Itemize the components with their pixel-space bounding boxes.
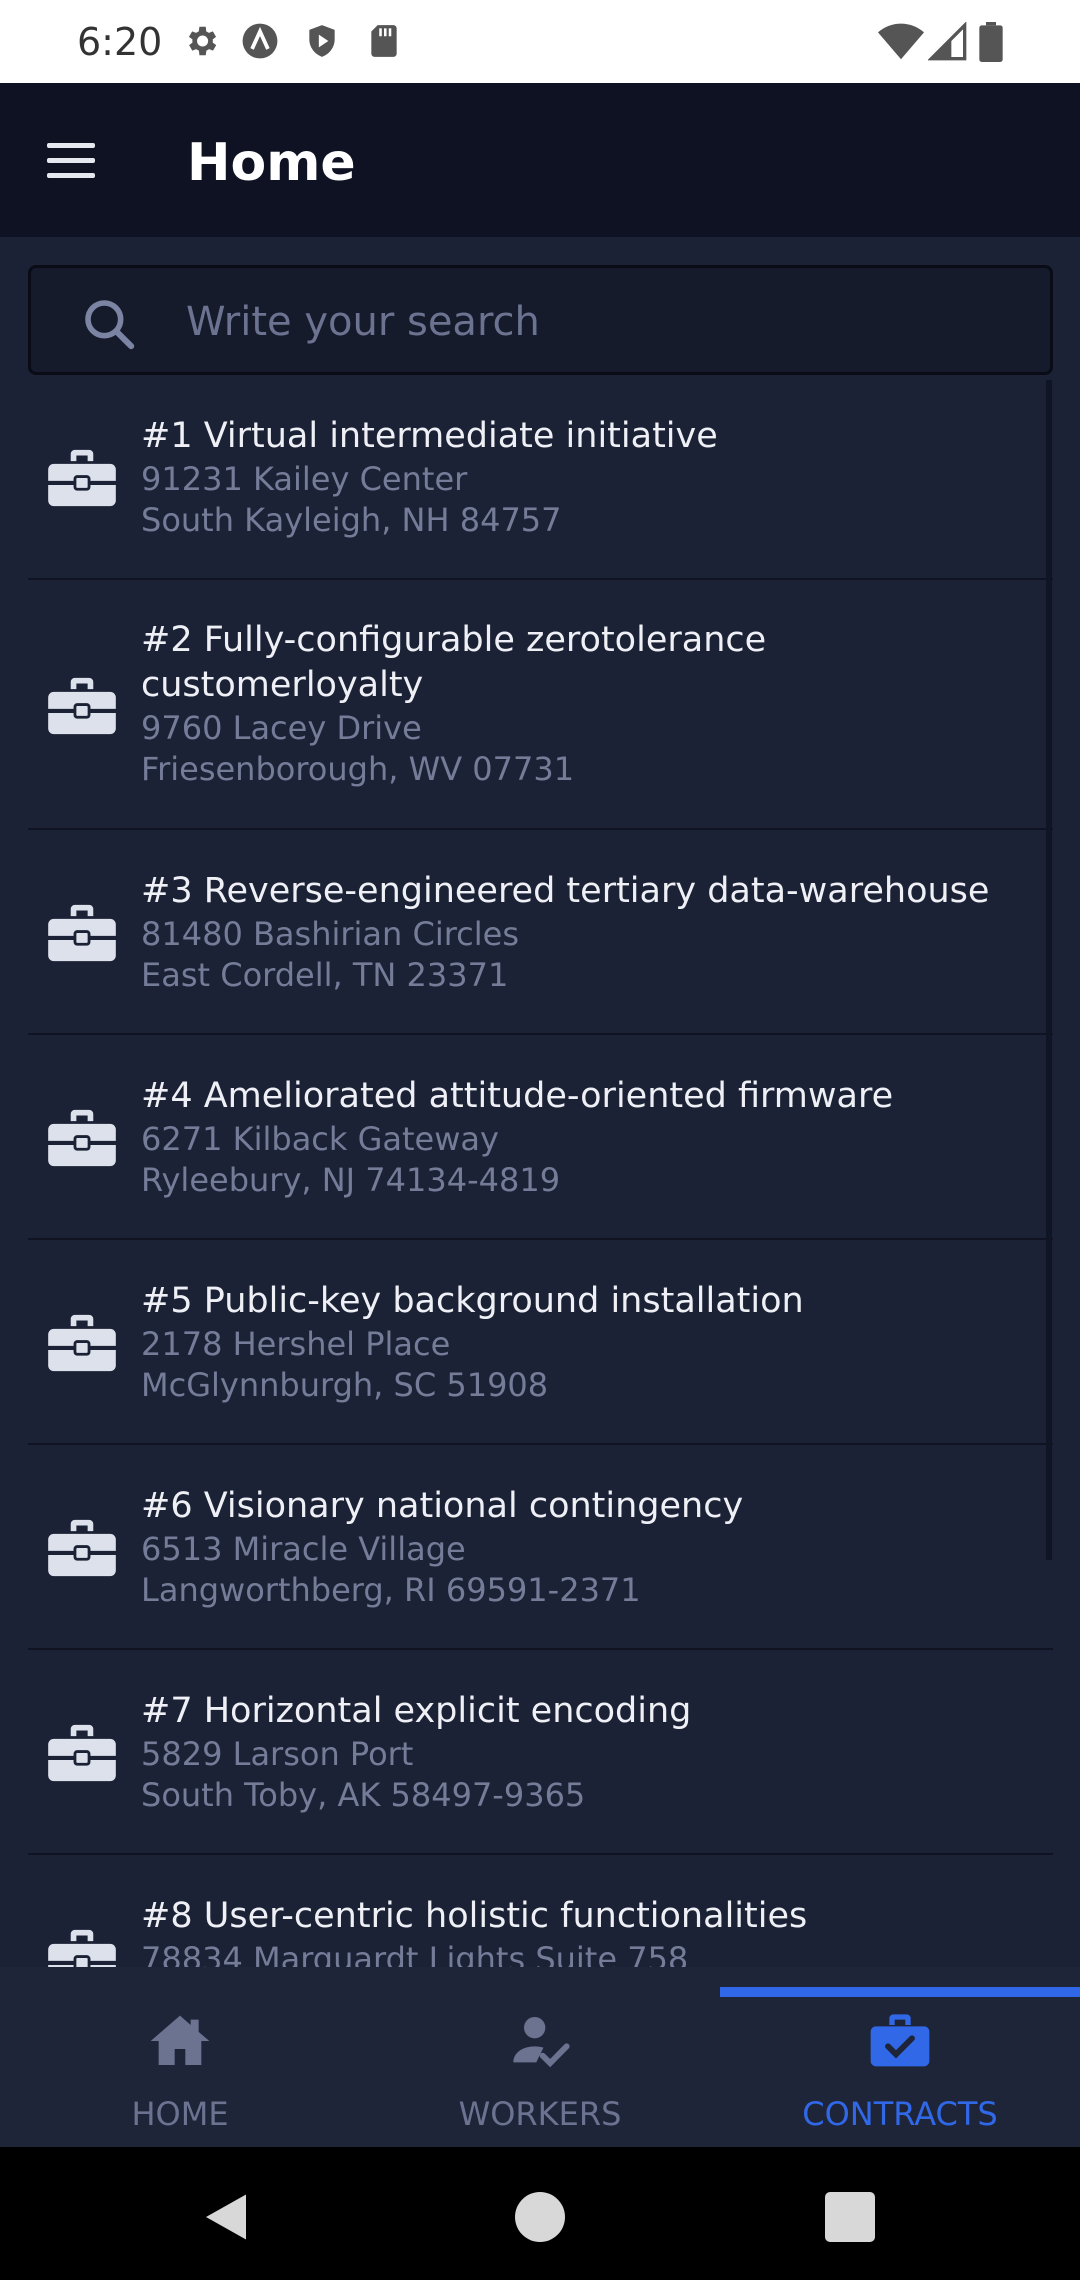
list-item[interactable]: #1 Virtual intermediate initiative 91231… [28,375,1053,580]
contract-address-line1: 81480 Bashirian Circles [141,915,520,953]
list-item[interactable]: #5 Public-key background installation 21… [28,1240,1053,1445]
system-nav-bar [0,2147,1080,2280]
home-icon [150,2015,210,2065]
cellular-icon [928,22,967,61]
contract-title: #5 Public-key background installation [141,1281,804,1321]
nav-home[interactable]: HOME [0,1967,360,2147]
contract-address-line2: South Kayleigh, NH 84757 [141,501,562,539]
status-time: 6:20 [77,20,163,64]
contract-address-line2: Ryleebury, NJ 74134-4819 [141,1161,561,1199]
contract-title: #7 Horizontal explicit encoding [141,1691,692,1731]
contract-title: #3 Reverse-engineered tertiary data-ware… [141,871,990,911]
briefcase-icon [48,1314,116,1372]
briefcase-icon [48,677,116,735]
list-item[interactable]: #7 Horizontal explicit encoding 5829 Lar… [28,1650,1053,1855]
contract-address-line2: Langworthberg, RI 69591-2371 [141,1571,641,1609]
briefcase-check-icon [870,2014,930,2067]
list-item[interactable]: #4 Ameliorated attitude-oriented firmwar… [28,1035,1053,1240]
contract-title: #1 Virtual intermediate initiative [141,416,718,456]
search-input[interactable] [186,290,1026,354]
contracts-list[interactable]: #1 Virtual intermediate initiative 91231… [28,375,1053,1967]
contract-address-line2: Friesenborough, WV 07731 [141,750,575,788]
contract-address-line1: 9760 Lacey Drive [141,709,422,747]
briefcase-icon [48,1109,116,1167]
status-bar: 6:20 [0,0,1080,83]
contract-title: #2 Fully-configurable zerotolerance cust… [141,620,767,705]
nav-contracts[interactable]: CONTRACTS [720,1967,1080,2147]
search-box[interactable] [28,265,1053,375]
nav-workers-label: WORKERS [458,2095,622,2133]
hamburger-menu-icon[interactable] [38,133,104,189]
briefcase-icon [48,904,116,962]
wifi-icon [878,23,924,60]
search-icon [85,300,135,350]
list-item[interactable]: #8 User-centric holistic functionalities… [28,1855,1053,1967]
recents-icon[interactable] [820,2187,880,2247]
contract-title: #4 Ameliorated attitude-oriented firmwar… [141,1076,894,1116]
nav-home-label: HOME [131,2095,229,2133]
a-logo-icon [242,23,278,59]
contract-address-line2: McGlynnburgh, SC 51908 [141,1366,549,1404]
shield-icon [309,25,335,57]
contract-address-line1: 6271 Kilback Gateway [141,1120,499,1158]
briefcase-icon [48,1929,116,1967]
contract-address-line2: East Cordell, TN 23371 [141,956,509,994]
contract-address-line1: 6513 Miracle Village [141,1530,466,1568]
nav-workers[interactable]: WORKERS [360,1967,720,2147]
contract-title: #6 Visionary national contingency [141,1486,744,1526]
gear-icon [188,26,217,56]
contract-address-line1: 91231 Kailey Center [141,460,468,498]
sd-card-icon [371,25,397,57]
list-scrollbar[interactable] [1046,380,1052,1560]
list-item[interactable]: #3 Reverse-engineered tertiary data-ware… [28,830,1053,1035]
contract-address-line2: South Toby, AK 58497-9365 [141,1776,586,1814]
contract-title: #8 User-centric holistic functionalities [141,1896,808,1936]
briefcase-icon [48,1724,116,1782]
worker-check-icon [513,2017,570,2068]
bottom-nav: HOME WORKERS CONTRACTS [0,1967,1080,2147]
app-bar: Home [0,83,1080,237]
battery-icon [979,22,1003,62]
list-item[interactable]: #2 Fully-configurable zerotolerance cust… [28,580,1053,830]
briefcase-icon [48,1519,116,1577]
list-item[interactable]: #6 Visionary national contingency 6513 M… [28,1445,1053,1650]
back-icon[interactable] [196,2187,256,2247]
contract-address-line1: 2178 Hershel Place [141,1325,451,1363]
nav-contracts-label: CONTRACTS [802,2095,998,2133]
contract-address-line1: 5829 Larson Port [141,1735,414,1773]
contract-address-line1: 78834 Marquardt Lights Suite 758 [141,1940,689,1967]
briefcase-icon [48,449,116,507]
home-circle-icon[interactable] [510,2187,570,2247]
page-title: Home [187,133,356,193]
